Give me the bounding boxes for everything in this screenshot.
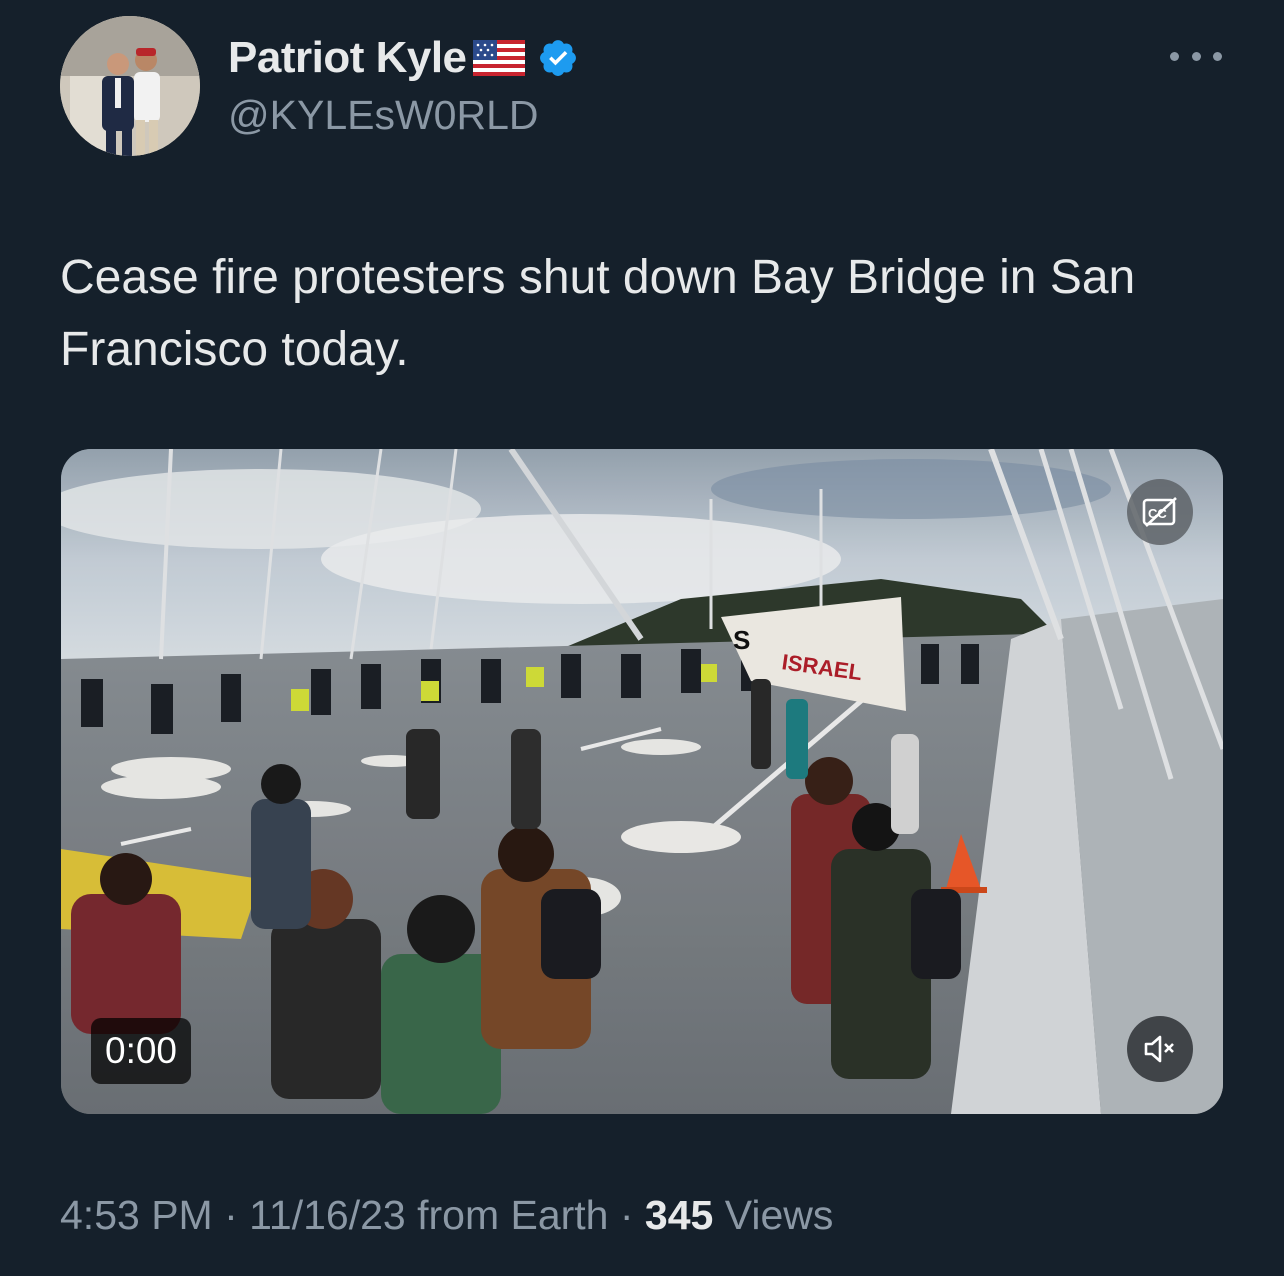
avatar[interactable] xyxy=(60,16,200,156)
source-label: from Earth xyxy=(405,1192,609,1238)
views-label: Views xyxy=(713,1192,834,1238)
meta-separator: · xyxy=(608,1192,645,1238)
verified-badge-icon[interactable] xyxy=(537,37,579,79)
speaker-muted-icon xyxy=(1144,1035,1174,1063)
video-player[interactable]: S ISRAEL CC 0:00 xyxy=(61,449,1223,1114)
author-handle[interactable]: @KYLEsW0RLD xyxy=(228,92,538,139)
us-flag-icon xyxy=(472,40,525,76)
meta-separator: · xyxy=(212,1192,250,1238)
date-link[interactable]: 11/16/23 xyxy=(249,1192,406,1238)
author-name-row: Patriot Kyle xyxy=(228,30,579,86)
timestamp-link[interactable]: 4:53 PM xyxy=(60,1192,213,1238)
mute-button[interactable] xyxy=(1127,1016,1193,1082)
closed-captions-icon: CC xyxy=(1142,497,1177,527)
more-options-button[interactable] xyxy=(1170,40,1222,72)
video-frame: S ISRAEL xyxy=(61,449,1223,1114)
tweet-meta: 4:53 PM · 11/16/23 from Earth · 345 View… xyxy=(60,1192,833,1239)
more-dot-icon xyxy=(1170,51,1179,61)
views-count: 345 xyxy=(644,1192,714,1238)
author-display-name[interactable]: Patriot Kyle xyxy=(228,33,467,83)
tweet-text: Cease fire protesters shut down Bay Brid… xyxy=(60,251,1136,376)
avatar-photo xyxy=(60,16,200,156)
more-dot-icon xyxy=(1191,51,1201,61)
closed-captions-button[interactable]: CC xyxy=(1127,479,1193,545)
video-duration: 0:00 xyxy=(91,1018,192,1084)
more-dot-icon xyxy=(1213,51,1222,61)
